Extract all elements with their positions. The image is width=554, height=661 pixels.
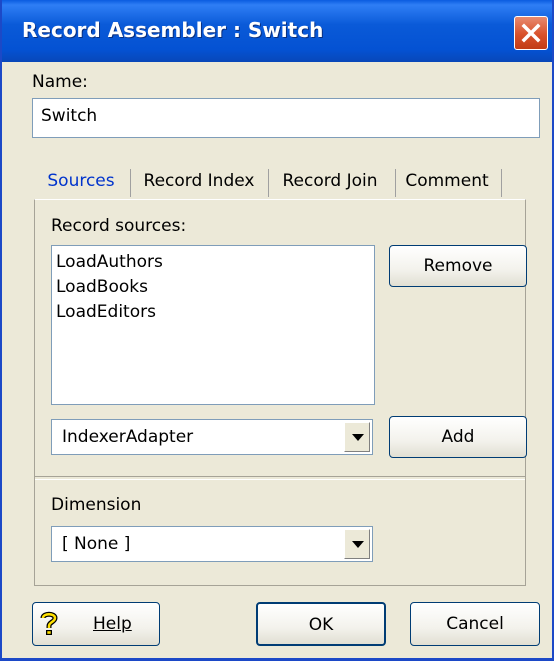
close-button[interactable]	[514, 16, 548, 50]
dimension-dropdown-button[interactable]	[344, 529, 370, 559]
adapter-dropdown-button[interactable]	[344, 422, 370, 452]
name-input-value: Switch	[41, 106, 98, 126]
title-bar[interactable]: Record Assembler : Switch	[2, 0, 552, 62]
list-item[interactable]: LoadAuthors	[56, 252, 163, 272]
tab-record-join[interactable]: Record Join	[270, 163, 390, 199]
remove-button[interactable]: Remove	[389, 245, 527, 287]
dimension-select-value: [ None ]	[62, 534, 131, 554]
tab-separator	[501, 169, 502, 197]
add-button[interactable]: Add	[389, 416, 527, 458]
tab-separator	[130, 169, 131, 197]
help-label: Help	[93, 614, 132, 634]
tab-record-index[interactable]: Record Index	[132, 163, 266, 199]
chevron-down-icon	[352, 434, 364, 441]
name-input[interactable]: Switch	[32, 98, 540, 138]
record-sources-label: Record sources:	[51, 216, 187, 236]
name-label: Name:	[32, 72, 88, 92]
chevron-down-icon	[352, 541, 364, 548]
adapter-select-value: IndexerAdapter	[62, 427, 194, 447]
help-question-icon	[40, 611, 58, 640]
dialog-window: Record Assembler : Switch Name: Switch S…	[0, 0, 554, 661]
adapter-select[interactable]: IndexerAdapter	[51, 419, 373, 455]
tab-separator	[268, 169, 269, 197]
record-sources-list[interactable]: LoadAuthors LoadBooks LoadEditors	[51, 245, 375, 405]
group-divider	[35, 476, 525, 480]
ok-button[interactable]: OK	[256, 602, 386, 646]
tab-separator	[395, 169, 396, 197]
help-button[interactable]: Help	[32, 602, 160, 646]
cancel-button[interactable]: Cancel	[410, 602, 540, 646]
tab-sources[interactable]: Sources	[34, 163, 128, 199]
dimension-select[interactable]: [ None ]	[51, 526, 373, 562]
window-title: Record Assembler : Switch	[22, 18, 324, 42]
sources-panel: Record sources: LoadAuthors LoadBooks Lo…	[34, 199, 527, 586]
tab-comment[interactable]: Comment	[397, 163, 497, 199]
list-item[interactable]: LoadEditors	[56, 302, 156, 322]
list-item[interactable]: LoadBooks	[56, 277, 148, 297]
close-x-icon	[521, 23, 541, 43]
dimension-label: Dimension	[51, 495, 142, 515]
